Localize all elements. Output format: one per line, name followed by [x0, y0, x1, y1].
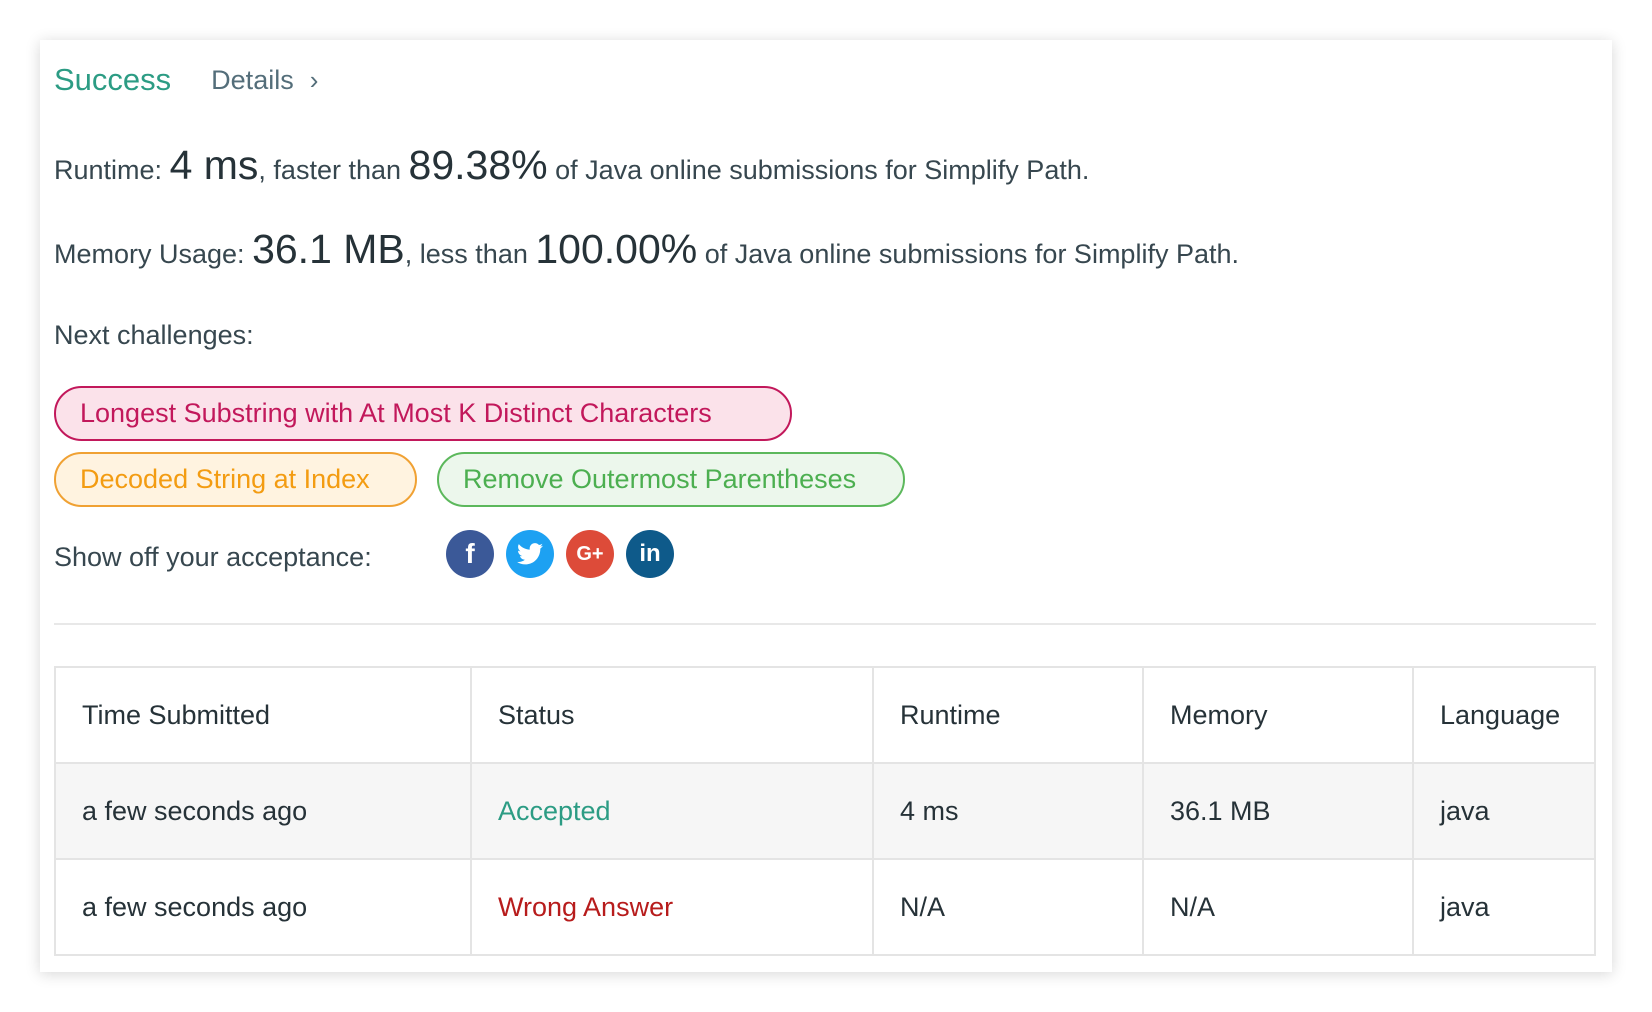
submissions-table: Time Submitted Status Runtime Memory Lan…	[54, 666, 1596, 956]
google-plus-share-button[interactable]: G+	[566, 530, 614, 578]
header-status: Status	[470, 666, 874, 764]
submission-result-card: Success Details › Runtime: 4 ms, faster …	[40, 40, 1612, 972]
chevron-right-icon: ›	[309, 64, 319, 95]
twitter-share-button[interactable]	[506, 530, 554, 578]
header-language: Language	[1412, 666, 1596, 764]
result-header: Success Details ›	[54, 62, 318, 98]
header-memory: Memory	[1142, 666, 1414, 764]
runtime-label: Runtime:	[54, 155, 163, 185]
next-challenges-label: Next challenges:	[54, 320, 254, 350]
facebook-icon: f	[465, 538, 475, 569]
cell-memory: 36.1 MB	[1142, 762, 1414, 860]
memory-label: Memory Usage:	[54, 239, 245, 269]
memory-suffix: of Java online submissions for Simplify …	[704, 239, 1239, 269]
runtime-comparison: , faster than	[258, 155, 402, 185]
cell-memory: N/A	[1142, 858, 1414, 956]
linkedin-share-button[interactable]: in	[626, 530, 674, 578]
memory-comparison: , less than	[404, 239, 528, 269]
table-header-row: Time Submitted Status Runtime Memory Lan…	[54, 666, 1596, 764]
cell-runtime: 4 ms	[872, 762, 1144, 860]
table-row[interactable]: a few seconds ago Wrong Answer N/A N/A j…	[54, 858, 1596, 956]
twitter-icon	[517, 543, 543, 565]
memory-percent: 100.00%	[535, 226, 698, 272]
challenge-link-hard[interactable]: Longest Substring with At Most K Distinc…	[54, 386, 792, 441]
cell-status-link[interactable]: Wrong Answer	[470, 858, 874, 956]
cell-language: java	[1412, 858, 1596, 956]
challenge-link-easy[interactable]: Remove Outermost Parentheses	[437, 452, 905, 507]
header-time-submitted: Time Submitted	[54, 666, 472, 764]
linkedin-icon: in	[639, 540, 661, 567]
section-divider	[54, 623, 1596, 625]
details-link[interactable]: Details ›	[211, 65, 318, 96]
cell-language: java	[1412, 762, 1596, 860]
cell-time-submitted: a few seconds ago	[54, 762, 472, 860]
cell-time-submitted: a few seconds ago	[54, 858, 472, 956]
runtime-percent: 89.38%	[408, 142, 548, 188]
details-label: Details	[211, 64, 294, 95]
share-label: Show off your acceptance:	[54, 542, 372, 572]
runtime-suffix: of Java online submissions for Simplify …	[555, 155, 1090, 185]
header-runtime: Runtime	[872, 666, 1144, 764]
google-plus-icon: G+	[576, 543, 604, 565]
runtime-stat: Runtime: 4 ms, faster than 89.38% of Jav…	[54, 142, 1089, 189]
runtime-value: 4 ms	[169, 142, 259, 188]
facebook-share-button[interactable]: f	[446, 530, 494, 578]
memory-stat: Memory Usage: 36.1 MB, less than 100.00%…	[54, 226, 1239, 273]
challenge-link-medium[interactable]: Decoded String at Index	[54, 452, 417, 507]
cell-runtime: N/A	[872, 858, 1144, 956]
cell-status-link[interactable]: Accepted	[470, 762, 874, 860]
result-status: Success	[54, 62, 172, 97]
table-row[interactable]: a few seconds ago Accepted 4 ms 36.1 MB …	[54, 762, 1596, 860]
memory-value: 36.1 MB	[252, 226, 405, 272]
